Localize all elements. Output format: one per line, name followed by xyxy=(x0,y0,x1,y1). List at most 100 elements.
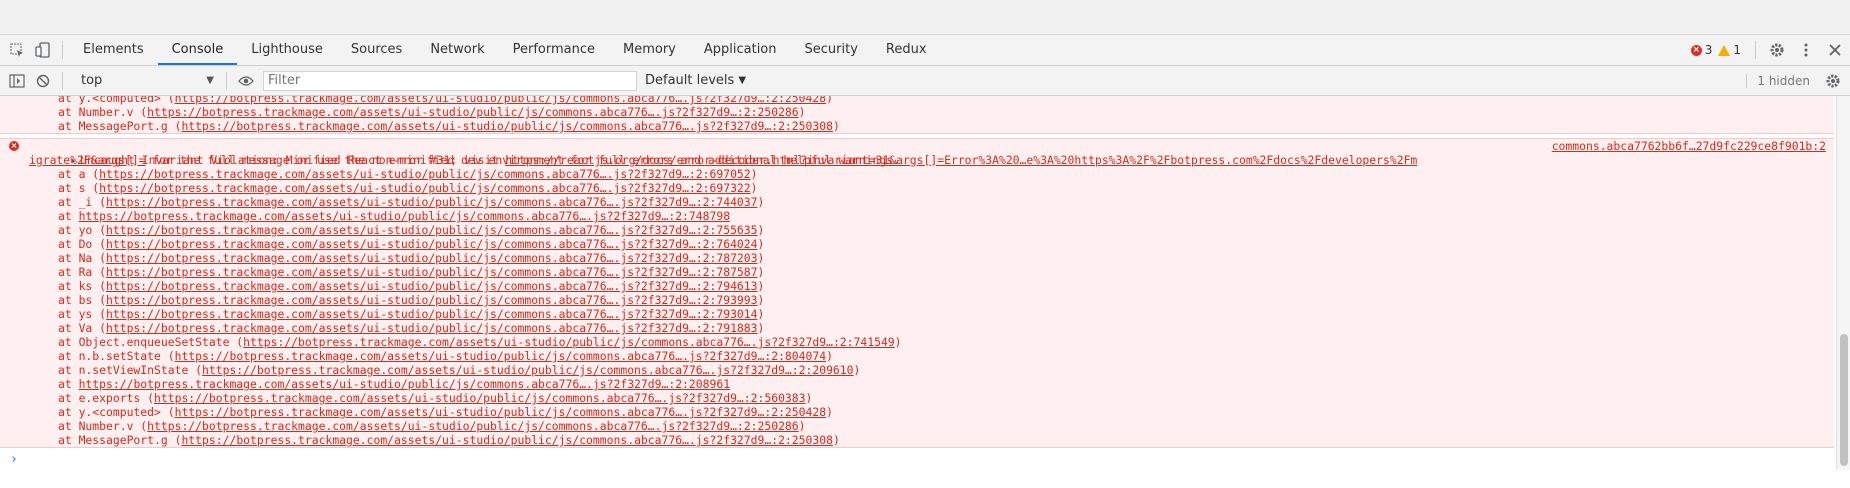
stack-frame-function: at _i ( xyxy=(58,195,107,209)
stack-frame-suffix: ) xyxy=(750,181,758,195)
more-options-icon[interactable] xyxy=(1792,35,1820,65)
context-selector[interactable]: top ▼ xyxy=(75,71,220,91)
clear-console-icon[interactable] xyxy=(30,66,56,96)
error-decoder-link-cont[interactable]: igrate%2F&args[]= xyxy=(29,153,146,167)
inspect-element-icon[interactable] xyxy=(4,35,30,65)
tab-application[interactable]: Application xyxy=(690,35,791,65)
tab-network[interactable]: Network xyxy=(416,35,498,65)
tab-lighthouse[interactable]: Lighthouse xyxy=(237,35,337,65)
stack-frame-link[interactable]: https://botpress.trackmage.com/assets/ui… xyxy=(106,251,758,265)
stack-frame-link[interactable]: https://botpress.trackmage.com/assets/ui… xyxy=(175,405,827,419)
stack-frame-function: at y.<computed> ( xyxy=(58,405,175,419)
stack-frame-link[interactable]: https://botpress.trackmage.com/assets/ui… xyxy=(106,237,758,251)
stack-frame: at a (https://botpress.trackmage.com/ass… xyxy=(0,167,1834,181)
stack-frame-link[interactable]: https://botpress.trackmage.com/assets/ui… xyxy=(175,349,827,363)
stack-frame-link[interactable]: https://botpress.trackmage.com/assets/ui… xyxy=(79,377,731,391)
stack-frame: at ks (https://botpress.trackmage.com/as… xyxy=(0,279,1834,293)
stack-frame: at MessagePort.g (https://botpress.track… xyxy=(0,119,1834,133)
stack-frame-function: at ys ( xyxy=(58,307,107,321)
live-expression-eye-icon[interactable] xyxy=(233,66,259,96)
stack-frame: at y.<computed> (https://botpress.trackm… xyxy=(0,96,1834,105)
tab-sources[interactable]: Sources xyxy=(337,35,416,65)
stack-frame-link[interactable]: https://botpress.trackmage.com/assets/ui… xyxy=(106,223,758,237)
error-icon: × xyxy=(9,141,19,151)
stack-frame-link[interactable]: https://botpress.trackmage.com/assets/ui… xyxy=(175,96,827,105)
settings-gear-icon[interactable] xyxy=(1762,35,1792,65)
stack-frame-link[interactable]: https://botpress.trackmage.com/assets/ui… xyxy=(79,209,731,223)
stack-frame-suffix: ) xyxy=(832,433,840,447)
filter-input[interactable] xyxy=(263,70,637,91)
stack-frame-link[interactable]: https://botpress.trackmage.com/assets/ui… xyxy=(181,119,833,133)
tab-performance[interactable]: Performance xyxy=(499,35,609,65)
stack-frame: at y.<computed> (https://botpress.trackm… xyxy=(0,405,1834,419)
stack-frame-suffix: ) xyxy=(757,293,765,307)
stack-frame: at e.exports (https://botpress.trackmage… xyxy=(0,391,1834,405)
stack-frame: at _i (https://botpress.trackmage.com/as… xyxy=(0,195,1834,209)
devtools-top-strip xyxy=(0,0,1850,35)
stack-frame-link[interactable]: https://botpress.trackmage.com/assets/ui… xyxy=(106,307,758,321)
console-settings-gear-icon[interactable] xyxy=(1820,66,1846,96)
tab-elements[interactable]: Elements xyxy=(69,35,158,65)
stack-frame-function: at xyxy=(58,377,79,391)
stack-frame-suffix: ) xyxy=(757,237,765,251)
stack-frame-suffix: ) xyxy=(826,96,833,105)
stack-frame-function: at Object.enqueueSetState ( xyxy=(58,335,244,349)
stack-trace: at a (https://botpress.trackmage.com/ass… xyxy=(0,167,1834,447)
stack-frame-function: at e.exports ( xyxy=(58,391,155,405)
stack-frame: at Ra (https://botpress.trackmage.com/as… xyxy=(0,265,1834,279)
stack-frame: at n.b.setState (https://botpress.trackm… xyxy=(0,349,1834,363)
show-sidebar-icon[interactable] xyxy=(4,66,30,96)
stack-frame-function: at bs ( xyxy=(58,293,107,307)
stack-frame-suffix: ) xyxy=(757,195,765,209)
stack-frame-function: at n.setViewInState ( xyxy=(58,363,203,377)
stack-frame-link[interactable]: https://botpress.trackmage.com/assets/ui… xyxy=(106,279,758,293)
stack-frame-link[interactable]: https://botpress.trackmage.com/assets/ui… xyxy=(106,265,758,279)
stack-frame-link[interactable]: https://botpress.trackmage.com/assets/ui… xyxy=(202,363,854,377)
stack-frame-link[interactable]: https://botpress.trackmage.com/assets/ui… xyxy=(99,167,751,181)
tab-redux[interactable]: Redux xyxy=(872,35,941,65)
tab-memory[interactable]: Memory xyxy=(609,35,690,65)
console-prompt[interactable]: › xyxy=(0,451,1834,469)
stack-frame: at yo (https://botpress.trackmage.com/as… xyxy=(0,223,1834,237)
stack-frame-suffix: ) xyxy=(826,405,833,419)
stack-frame-link[interactable]: https://botpress.trackmage.com/assets/ui… xyxy=(243,335,895,349)
console-error-message: × ▸ Uncaught Invariant Violation: Minified… xyxy=(0,138,1834,448)
stack-frame-suffix: ) xyxy=(757,307,765,321)
log-levels-dropdown[interactable]: Default levels ▼ xyxy=(645,73,746,88)
context-value: top xyxy=(81,73,103,88)
tab-security[interactable]: Security xyxy=(791,35,872,65)
stack-frame-link[interactable]: https://botpress.trackmage.com/assets/ui… xyxy=(147,419,799,433)
stack-frame-link[interactable]: https://botpress.trackmage.com/assets/ui… xyxy=(181,433,833,447)
warning-count: 1 xyxy=(1733,43,1741,57)
stack-frame-suffix: ) xyxy=(826,349,833,363)
stack-frame-link[interactable]: https://botpress.trackmage.com/assets/ui… xyxy=(99,181,751,195)
scrollbar-thumb[interactable] xyxy=(1840,334,1848,466)
stack-frame: at https://botpress.trackmage.com/assets… xyxy=(0,377,1834,391)
stack-frame-function: at Va ( xyxy=(58,321,107,335)
stack-frame-function: at Number.v ( xyxy=(58,419,148,433)
error-count-badge[interactable]: × 3 1 xyxy=(1690,43,1741,57)
stack-frame-function: at ks ( xyxy=(58,279,107,293)
dropdown-arrow-icon: ▼ xyxy=(738,75,747,86)
toolbar-separator xyxy=(62,71,63,90)
stack-frame-link[interactable]: https://botpress.trackmage.com/assets/ui… xyxy=(106,195,758,209)
stack-frame-link[interactable]: https://botpress.trackmage.com/assets/ui… xyxy=(106,321,758,335)
stack-frame: at https://botpress.trackmage.com/assets… xyxy=(0,209,1834,223)
stack-frame-link[interactable]: https://botpress.trackmage.com/assets/ui… xyxy=(147,105,799,119)
dropdown-arrow-icon: ▼ xyxy=(206,75,214,86)
stack-frame-link[interactable]: https://botpress.trackmage.com/assets/ui… xyxy=(106,293,758,307)
console-scrollbar[interactable] xyxy=(1836,96,1850,470)
stack-frame-link[interactable]: https://botpress.trackmage.com/assets/ui… xyxy=(154,391,806,405)
close-icon[interactable] xyxy=(1820,35,1850,65)
tab-console[interactable]: Console xyxy=(157,35,238,65)
stack-frame: at Do (https://botpress.trackmage.com/as… xyxy=(0,237,1834,251)
error-source-link[interactable]: commons.abca7762bb6f…27d9fc229ce8f901b:2 xyxy=(1552,139,1826,153)
stack-frame-function: at yo ( xyxy=(58,223,107,237)
error-second-text: for the full message or use the non-mini… xyxy=(145,153,900,167)
hidden-messages-count: 1 hidden xyxy=(1746,73,1820,88)
right-toolbar: × 3 1 xyxy=(1690,35,1850,65)
error-second-line: igrate%2F&args[]= for the full message o… xyxy=(0,153,1834,167)
stack-frame-function: at Na ( xyxy=(58,251,107,265)
panel-tabs: Elements Console Lighthouse Sources Network P… xyxy=(69,35,941,65)
device-toolbar-icon[interactable] xyxy=(30,35,56,65)
